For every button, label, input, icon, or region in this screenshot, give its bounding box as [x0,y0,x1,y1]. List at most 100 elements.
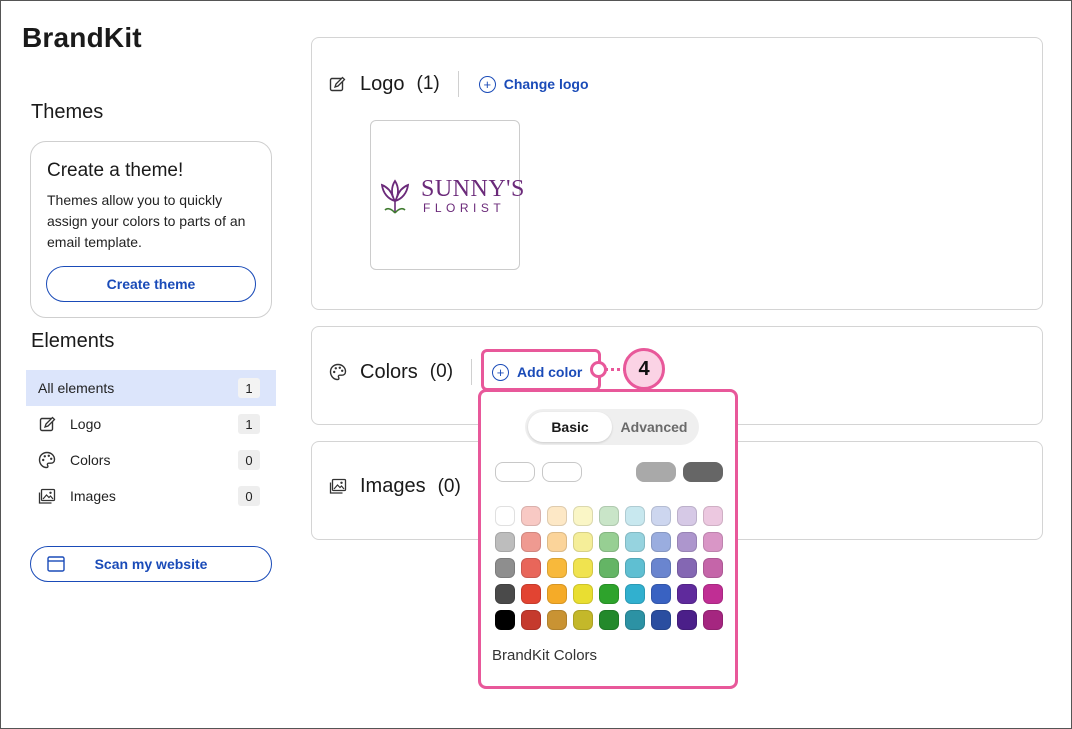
color-swatch[interactable] [495,584,515,604]
color-swatch[interactable] [573,558,593,578]
element-label: Colors [70,452,111,468]
color-swatch[interactable] [651,558,671,578]
color-swatch[interactable] [521,532,541,552]
images-panel-count: (0) [437,475,461,497]
color-swatch[interactable] [521,506,541,526]
tulip-logo-icon [377,177,413,222]
scan-website-button[interactable]: Scan my website [30,546,272,582]
plus-circle-icon: + [492,363,510,381]
quick-swatch[interactable] [495,462,535,482]
logo-panel: Logo (1) + Change logo SUNNY'S FLORIST [311,37,1043,310]
colors-panel-title: Colors [360,360,418,383]
header-divider [471,359,473,385]
color-swatch[interactable] [703,558,723,578]
element-row-all[interactable]: All elements 1 [26,370,276,406]
color-swatch[interactable] [625,506,645,526]
browser-window-icon [47,556,65,575]
create-theme-heading: Create a theme! [47,160,184,181]
element-label: Logo [70,416,102,432]
color-swatch[interactable] [651,610,671,630]
color-swatch[interactable] [573,610,593,630]
logo-panel-count: (1) [416,73,440,94]
color-swatch[interactable] [651,532,671,552]
color-swatch[interactable] [599,532,619,552]
header-divider [457,71,459,97]
color-swatch[interactable] [599,584,619,604]
scan-website-label: Scan my website [94,556,208,572]
color-swatch[interactable] [521,558,541,578]
color-swatch[interactable] [495,506,515,526]
logo-edit-icon [38,415,56,433]
app-title: BrandKit [22,22,142,53]
color-swatch[interactable] [495,610,515,630]
color-swatch[interactable] [677,558,697,578]
logo-brand-name: SUNNY'S [421,176,525,202]
element-row-logo[interactable]: Logo 1 [26,406,276,442]
change-logo-button[interactable]: + Change logo [478,75,589,93]
color-swatch[interactable] [573,584,593,604]
element-row-images[interactable]: Images 0 [26,478,276,514]
color-swatch[interactable] [677,532,697,552]
color-swatch[interactable] [677,506,697,526]
color-picker-popover: Basic Advanced BrandKit Colors [478,389,738,689]
element-row-colors[interactable]: Colors 0 [26,442,276,478]
palette-icon [329,363,347,381]
quick-swatch[interactable] [542,462,582,482]
color-swatch[interactable] [599,506,619,526]
color-swatch[interactable] [625,532,645,552]
themes-heading: Themes [31,101,104,123]
add-color-button[interactable]: + Add color [492,363,582,381]
quick-swatch[interactable] [683,462,723,482]
colors-panel-header: Colors (0) + Add color [329,359,582,385]
element-count-badge: 1 [238,378,260,398]
images-panel-header: Images (0) [329,475,461,498]
tab-advanced[interactable]: Advanced [612,412,696,442]
quick-swatch[interactable] [636,462,676,482]
color-swatch[interactable] [547,558,567,578]
images-icon [329,478,347,496]
color-swatch[interactable] [599,610,619,630]
color-swatch[interactable] [573,506,593,526]
elements-list: All elements 1 Logo 1 Colors 0 Images 0 [26,370,276,514]
color-swatch[interactable] [547,610,567,630]
color-swatch[interactable] [677,610,697,630]
logo-panel-header: Logo (1) + Change logo [329,71,589,97]
logo-thumbnail[interactable]: SUNNY'S FLORIST [370,120,524,270]
color-swatch[interactable] [495,558,515,578]
color-swatch[interactable] [547,506,567,526]
color-swatch[interactable] [599,558,619,578]
images-icon [38,487,56,505]
logo-panel-title: Logo [360,72,405,95]
create-theme-button[interactable]: Create theme [46,266,256,302]
logo-brand-subtitle: FLORIST [423,201,506,215]
elements-heading: Elements [31,330,115,352]
create-theme-description: Themes allow you to quickly assign your … [47,192,246,250]
colors-panel-count: (0) [429,361,454,382]
color-swatch[interactable] [625,610,645,630]
color-swatch[interactable] [625,558,645,578]
color-swatch[interactable] [495,532,515,552]
logo-edit-icon [329,75,347,93]
tab-basic[interactable]: Basic [528,412,612,442]
color-swatch[interactable] [547,584,567,604]
element-count-badge: 0 [238,450,260,470]
color-swatch[interactable] [651,584,671,604]
plus-circle-icon: + [478,75,496,93]
create-theme-card: Create a theme! Themes allow you to quic… [30,141,272,318]
color-swatch[interactable] [703,610,723,630]
color-swatch[interactable] [703,532,723,552]
quick-swatch[interactable] [589,462,629,482]
picker-mode-toggle: Basic Advanced [525,409,699,445]
palette-icon [38,451,56,469]
color-swatch[interactable] [547,532,567,552]
color-swatch[interactable] [651,506,671,526]
element-count-badge: 0 [238,486,260,506]
color-swatch[interactable] [521,584,541,604]
color-swatch[interactable] [573,532,593,552]
color-swatch[interactable] [703,584,723,604]
color-swatch[interactable] [521,610,541,630]
element-label: All elements [38,380,115,396]
color-swatch[interactable] [677,584,697,604]
color-swatch[interactable] [625,584,645,604]
color-swatch[interactable] [703,506,723,526]
